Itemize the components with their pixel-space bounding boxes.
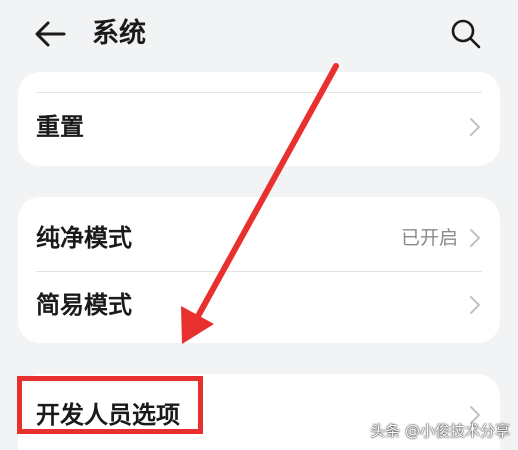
simple-mode-row[interactable]: 简易模式	[18, 272, 500, 338]
top-app-bar: 系统	[0, 0, 518, 66]
pure-mode-label: 纯净模式	[36, 224, 132, 252]
chevron-right-icon	[470, 296, 480, 314]
simple-mode-label: 简易模式	[36, 291, 132, 319]
chevron-right-icon	[470, 118, 480, 136]
pure-mode-row[interactable]: 纯净模式 已开启	[18, 205, 500, 271]
search-icon	[451, 19, 481, 49]
back-button[interactable]	[30, 14, 70, 54]
chevron-right-icon	[470, 229, 480, 247]
watermark: 头条 @小俊技术分享	[370, 422, 510, 440]
arrow-left-icon	[35, 21, 66, 47]
row-divider	[36, 92, 482, 93]
settings-card-reset: 重置	[18, 72, 500, 166]
page-title: 系统	[92, 18, 146, 49]
settings-card-modes: 纯净模式 已开启 简易模式	[18, 197, 500, 343]
reset-label: 重置	[36, 113, 84, 141]
annotation-highlight-box	[17, 376, 203, 434]
pure-mode-status: 已开启	[400, 227, 458, 249]
search-button[interactable]	[446, 14, 486, 54]
reset-row[interactable]: 重置	[18, 94, 500, 160]
